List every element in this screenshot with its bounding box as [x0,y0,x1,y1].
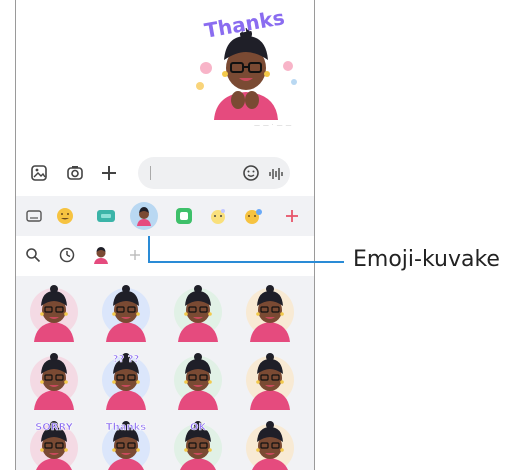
avatar-sticker-icon [174,353,222,410]
avatar-sticker-icon: OK [174,421,222,470]
avatar-sticker-icon [174,285,222,342]
message-input-bar [16,150,314,196]
text-caret [150,166,151,180]
expression-tray [16,196,314,236]
svg-text:OK: OK [190,422,208,433]
chat-area: Thanks — — · — — [16,0,314,145]
sticker-item[interactable] [236,280,304,342]
emoji-button-icon[interactable] [242,164,260,186]
avatar-sticker-icon: Thanks [102,421,150,470]
sticker-item[interactable]: ?? ?? [92,348,160,410]
voice-input-icon[interactable] [268,166,284,186]
sticker-category-row [16,236,314,274]
gallery-icon[interactable] [28,162,50,184]
sticker-item[interactable]: SORRY [20,416,88,470]
recent-clock-icon[interactable] [56,244,78,266]
sticker-icon[interactable] [172,204,196,228]
bitmoji-icon[interactable] [206,204,230,228]
avatar-emoji-icon[interactable] [130,202,158,230]
svg-text:?? ??: ?? ?? [113,354,140,365]
avatar-pack-icon[interactable] [90,244,112,266]
add-pack-icon[interactable] [124,244,146,266]
avatar-sticker-icon [246,421,294,470]
callout-label: Emoji-kuvake [353,247,500,272]
svg-text:Thanks: Thanks [106,422,146,433]
sticker-item[interactable] [236,416,304,470]
camera-icon[interactable] [64,162,86,184]
avatar-sticker-icon [30,285,78,342]
sticker-item[interactable] [20,348,88,410]
callout-vertical-line [148,236,150,262]
search-icon[interactable] [22,244,44,266]
sticker-item[interactable] [164,280,232,342]
avatar-sticker-icon: ?? ?? [102,353,150,410]
sticker-item[interactable] [92,280,160,342]
keyboard-icon[interactable] [22,204,46,228]
message-timestamp: — — · — — [253,122,292,129]
sticker-item[interactable] [236,348,304,410]
sticker-item[interactable]: OK [164,416,232,470]
avatar-sticker-icon [246,353,294,410]
sticker-grid: ?? ?? SORRY Thanks OK [16,276,314,470]
sticker-item[interactable] [164,348,232,410]
avatar-sticker-icon: SORRY [30,421,78,470]
message-input-field[interactable] [138,157,290,189]
sticker-item[interactable] [20,280,88,342]
mojitok-icon[interactable] [241,204,265,228]
svg-text:SORRY: SORRY [35,422,74,433]
emoji-face-icon[interactable] [53,204,77,228]
phone-screen: Thanks — — · — — ?? ?? SORRY Thanks OK [15,0,315,470]
add-attachment-icon[interactable] [98,162,120,184]
callout-horizontal-line [148,261,344,263]
avatar-sticker-icon [30,353,78,410]
add-icon[interactable] [280,204,304,228]
sticker-item[interactable]: Thanks [92,416,160,470]
gif-icon[interactable] [94,204,118,228]
avatar-sticker-icon [102,285,150,342]
sent-sticker[interactable]: Thanks [186,5,306,124]
avatar-sticker-icon [246,285,294,342]
